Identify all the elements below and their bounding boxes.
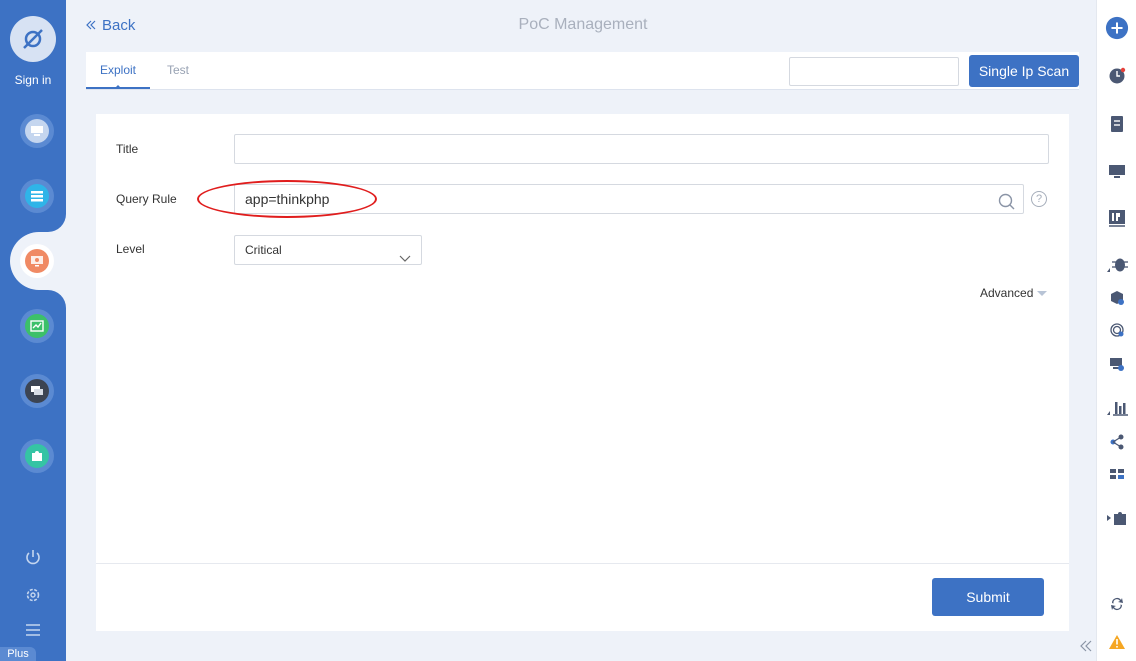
left-sidebar: Sign in Plus (0, 0, 70, 661)
desktop-icon[interactable] (1105, 160, 1129, 184)
submit-button[interactable]: Submit (932, 578, 1044, 616)
monitor-icon (25, 119, 49, 143)
chevron-down-icon (399, 245, 411, 273)
ip-icon[interactable] (1105, 206, 1129, 230)
sign-in-link[interactable]: Sign in (0, 73, 66, 87)
puzzle-icon (25, 444, 49, 468)
sidebar-item-chart[interactable] (20, 309, 54, 343)
advanced-toggle[interactable]: Advanced (980, 286, 1048, 300)
sidebar-item-list[interactable] (20, 179, 54, 213)
footer-divider (96, 563, 1069, 564)
sidebar-item-plugins[interactable] (20, 439, 54, 473)
right-toolbar (1096, 0, 1136, 661)
help-icon[interactable]: ? (1031, 191, 1047, 207)
ip-input[interactable] (789, 57, 959, 86)
page-title: PoC Management (518, 16, 648, 33)
document-icon[interactable] (1105, 112, 1129, 136)
single-ip-scan-button[interactable]: Single Ip Scan (969, 55, 1079, 87)
title-label: Title (116, 142, 139, 156)
back-link[interactable]: Back (86, 17, 135, 34)
chat-icon (25, 379, 49, 403)
caret-down-icon (1037, 290, 1048, 296)
cube-settings-icon[interactable] (1105, 286, 1129, 310)
sidebar-item-poc[interactable] (20, 244, 54, 278)
plus-badge: Plus (0, 647, 36, 661)
back-label: Back (102, 17, 136, 34)
sidebar-item-monitor[interactable] (20, 114, 54, 148)
level-label: Level (116, 242, 145, 256)
warning-icon[interactable] (1105, 630, 1129, 654)
grid-layout-icon[interactable] (1105, 462, 1129, 486)
fingerprint-icon[interactable] (1105, 318, 1129, 342)
level-value: Critical (245, 243, 282, 257)
tab-test[interactable]: Test (156, 52, 200, 89)
list-icon (25, 184, 49, 208)
collapse-double-chevron-icon[interactable] (1080, 640, 1092, 655)
double-chevron-left-icon (86, 17, 96, 34)
share-nodes-icon[interactable] (1105, 430, 1129, 454)
sidebar-item-messages[interactable] (20, 374, 54, 408)
query-rule-label: Query Rule (116, 192, 177, 206)
poc-form-card: Title Query Rule app=thinkphp ? Level Cr… (96, 114, 1069, 631)
device-settings-icon[interactable] (1105, 352, 1129, 376)
power-icon[interactable] (0, 548, 66, 566)
clock-icon[interactable] (1105, 64, 1129, 88)
query-rule-value: app=thinkphp (245, 191, 330, 207)
bar-chart-icon[interactable] (1105, 396, 1129, 420)
bug-icon[interactable] (1105, 252, 1129, 276)
tab-exploit[interactable]: Exploit (86, 52, 150, 89)
search-icon[interactable] (998, 191, 1015, 219)
settings-gear-icon[interactable] (0, 586, 66, 604)
refresh-icon[interactable] (1105, 592, 1129, 616)
query-rule-input[interactable]: app=thinkphp (234, 184, 1024, 214)
tab-bar: Exploit Test Single Ip Scan (86, 52, 1079, 90)
level-select[interactable]: Critical (234, 235, 422, 265)
trend-chart-icon (25, 314, 49, 338)
title-input[interactable] (234, 134, 1049, 164)
add-circle-icon[interactable] (1105, 16, 1129, 40)
bug-monitor-icon (25, 249, 49, 273)
advanced-label: Advanced (980, 286, 1034, 300)
puzzle-plugin-icon[interactable] (1105, 506, 1129, 530)
menu-icon[interactable] (0, 623, 66, 637)
app-logo-icon[interactable] (10, 16, 56, 62)
